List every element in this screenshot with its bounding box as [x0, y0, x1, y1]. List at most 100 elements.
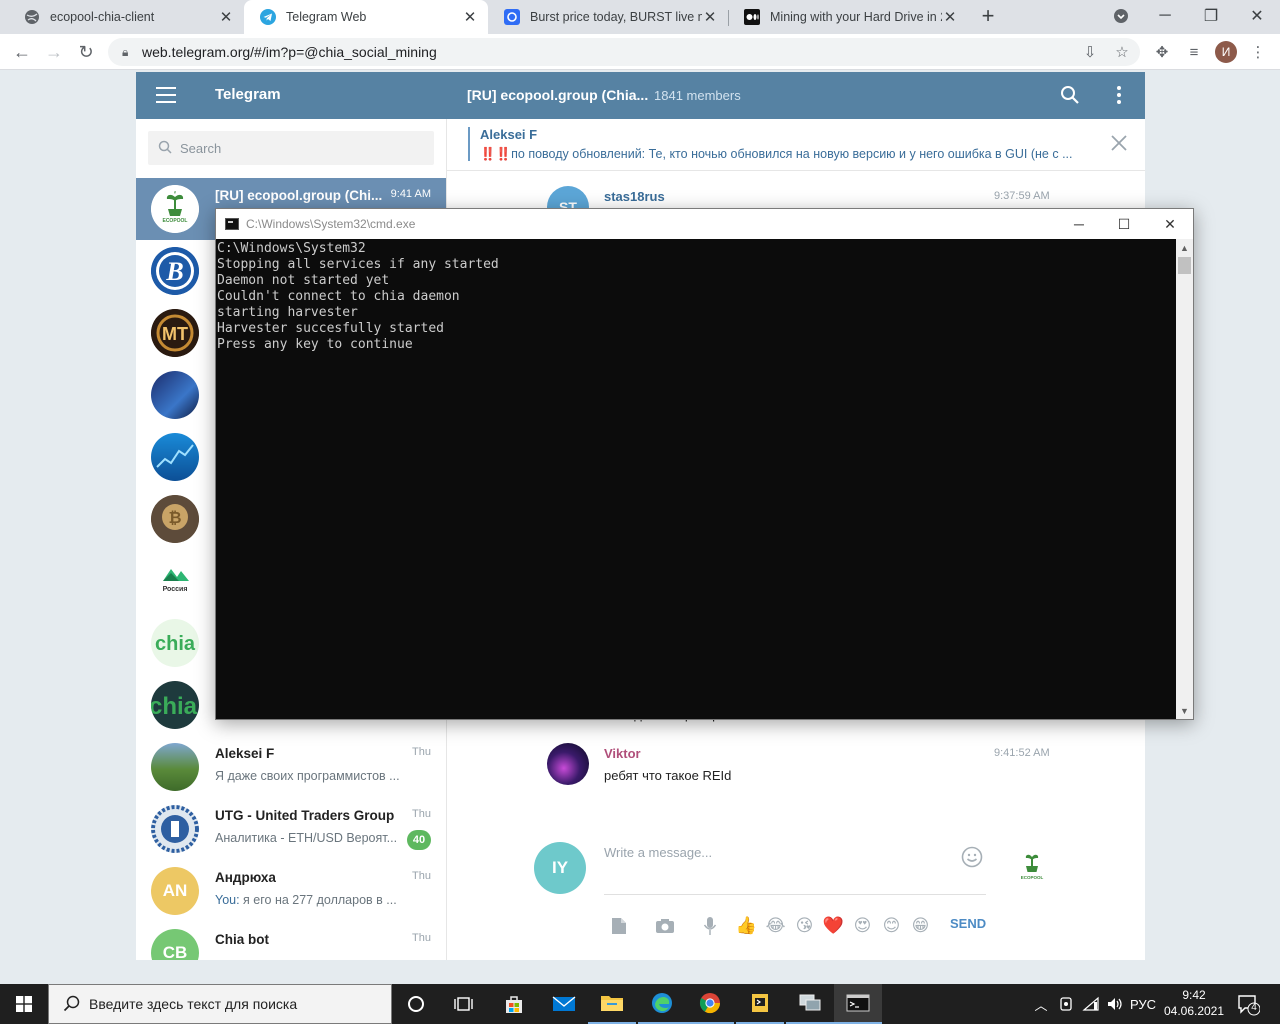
dialog-search-input[interactable] [180, 140, 420, 156]
emoji-thumbs-up[interactable]: 👍 [732, 915, 761, 937]
taskbar-search[interactable] [48, 984, 392, 1024]
file-explorer-icon[interactable] [588, 984, 636, 1024]
notification-center-icon[interactable]: 4 [1236, 992, 1261, 1016]
media-queue-icon[interactable]: ≡ [1182, 40, 1206, 64]
initials-avatar: AN [151, 867, 199, 915]
extensions-puzzle-icon[interactable]: ✥ [1150, 40, 1174, 64]
powershell-folder-icon[interactable] [736, 984, 784, 1024]
dialog-item[interactable]: Aleksei F Thu Я даже своих программистов… [136, 736, 446, 798]
language-indicator[interactable]: РУС [1128, 984, 1158, 1024]
emoji-heart-eyes[interactable]: 😍 [848, 915, 877, 937]
dialog-name: Aleksei F [215, 746, 275, 761]
new-tab-button[interactable]: + [976, 4, 1000, 28]
dialog-item[interactable]: CB Chia bot Thu [136, 922, 446, 960]
dialog-last-message: Я даже своих программистов ... [215, 769, 400, 783]
dialog-item[interactable]: AN Андрюха Thu You: я его на 277 долларо… [136, 860, 446, 922]
bookmark-star-icon[interactable]: ☆ [1110, 40, 1134, 64]
cmd-scrollbar[interactable]: ▲ ▼ [1176, 239, 1193, 719]
close-tab-icon[interactable]: ✕ [218, 8, 234, 26]
dialog-search[interactable] [148, 131, 434, 165]
message-author[interactable]: Viktor [604, 746, 641, 761]
store-icon[interactable] [490, 984, 538, 1024]
emoji-smile[interactable]: 😊 [877, 915, 906, 937]
emoji-grin[interactable]: 😁 [906, 915, 935, 937]
message-input[interactable] [604, 845, 944, 875]
dialog-last-message: You: я его на 277 долларов в ... [215, 893, 407, 907]
browser-tab-telegram[interactable]: Telegram Web ✕ [244, 0, 488, 34]
message-author[interactable]: stas18rus [604, 189, 665, 204]
cmd-taskbar-icon[interactable] [834, 984, 882, 1024]
reload-icon[interactable]: ↻ [74, 40, 98, 64]
taskbar-search-input[interactable] [89, 996, 389, 1012]
close-pinned-icon[interactable] [1109, 133, 1129, 153]
close-tab-icon[interactable]: ✕ [702, 8, 718, 26]
tab-search-icon[interactable] [1098, 0, 1144, 32]
emoji-icon[interactable] [961, 846, 983, 868]
pinned-message[interactable]: Aleksei F ‼️‼️по поводу обновлений: Те, … [447, 119, 1145, 171]
chia-logo-avatar: chia [151, 619, 199, 667]
minimize-window-button[interactable]: ─ [1142, 0, 1188, 32]
microphone-icon[interactable] [695, 915, 724, 937]
composer-toolbar: 👍 😂 😘 ❤️ 😍 😊 😁 [604, 914, 935, 938]
windows-start-icon[interactable] [0, 984, 48, 1024]
attach-file-icon[interactable] [604, 915, 633, 937]
send-button[interactable]: SEND [950, 916, 986, 931]
burst-logo-avatar: B [151, 247, 199, 295]
close-tab-icon[interactable]: ✕ [942, 8, 958, 26]
user-photo-avatar[interactable] [547, 743, 589, 785]
browser-tab-medium[interactable]: Mining with your Hard Drive in 2 ✕ [728, 0, 968, 34]
hamburger-menu-icon[interactable] [156, 87, 176, 103]
device-icon[interactable] [1054, 984, 1078, 1024]
task-view-icon[interactable] [440, 984, 488, 1024]
chrome-menu-icon[interactable]: ⋮ [1246, 40, 1270, 64]
install-app-icon[interactable]: ⇩ [1078, 40, 1102, 64]
notification-count: 4 [1251, 1002, 1257, 1013]
wifi-icon[interactable] [1080, 984, 1102, 1024]
close-tab-icon[interactable]: ✕ [462, 8, 478, 26]
close-icon[interactable]: ✕ [1147, 209, 1193, 239]
avatar-label: chia [151, 693, 198, 720]
taskbar-clock[interactable]: 9:42 04.06.2021 [1160, 987, 1228, 1019]
browser-tabstrip: ecopool-chia-client ✕ Telegram Web ✕ Bur… [0, 0, 1280, 34]
ecopool-logo-icon[interactable]: ECOPOOL [1017, 849, 1047, 885]
chat-title[interactable]: [RU] ecopool.group (Chia... [467, 87, 648, 103]
browser-tab-burst[interactable]: Burst price today, BURST live ma ✕ [488, 0, 728, 34]
emoji-tears-of-joy[interactable]: 😂 [761, 915, 790, 937]
scroll-thumb[interactable] [1178, 257, 1191, 274]
my-avatar[interactable]: IY [534, 842, 586, 894]
member-count[interactable]: 1841 members [654, 88, 741, 103]
cmd-titlebar[interactable]: C:\Windows\System32\cmd.exe ─ ☐ ✕ [216, 209, 1193, 239]
globe-icon [24, 9, 40, 25]
profile-avatar[interactable]: И [1215, 41, 1237, 63]
tray-expand-icon[interactable]: ︿ [1030, 984, 1052, 1024]
scroll-down-icon[interactable]: ▼ [1176, 702, 1193, 719]
mail-icon[interactable] [540, 984, 588, 1024]
dialog-name: Андрюха [215, 870, 276, 885]
cmd-output[interactable]: C:\Windows\System32 Stopping all service… [216, 239, 1176, 719]
chrome-icon[interactable] [686, 984, 734, 1024]
utg-logo-avatar [151, 805, 199, 853]
emoji-heart[interactable]: ❤️ [819, 915, 848, 937]
close-window-button[interactable]: ✕ [1234, 0, 1280, 32]
browser-tab-ecopool-client[interactable]: ecopool-chia-client ✕ [8, 0, 244, 34]
dialog-item[interactable]: UTG - United Traders Group Thu Аналитика… [136, 798, 446, 860]
address-bar[interactable]: 🔒︎ web.telegram.org/#/im?p=@chia_social_… [108, 38, 1140, 66]
attach-photo-icon[interactable] [650, 915, 679, 937]
url-text: web.telegram.org/#/im?p=@chia_social_min… [142, 44, 437, 60]
back-arrow-icon[interactable]: ← [10, 40, 34, 64]
search-icon[interactable] [1060, 85, 1080, 105]
cmd-icon [225, 218, 239, 230]
cortana-icon[interactable] [392, 984, 440, 1024]
telegram-brand: Telegram [215, 86, 281, 103]
minimize-icon[interactable]: ─ [1056, 209, 1102, 239]
cmd-window[interactable]: C:\Windows\System32\cmd.exe ─ ☐ ✕ C:\Win… [215, 208, 1194, 720]
maximize-icon[interactable]: ☐ [1101, 209, 1147, 239]
forward-arrow-icon[interactable]: → [42, 40, 66, 64]
volume-icon[interactable] [1104, 984, 1126, 1024]
emoji-kiss[interactable]: 😘 [790, 915, 819, 937]
edge-icon[interactable] [638, 984, 686, 1024]
restore-window-button[interactable]: ❐ [1188, 0, 1234, 32]
scroll-up-icon[interactable]: ▲ [1176, 239, 1193, 256]
network-app-icon[interactable] [786, 984, 834, 1024]
more-options-icon[interactable] [1116, 86, 1122, 104]
